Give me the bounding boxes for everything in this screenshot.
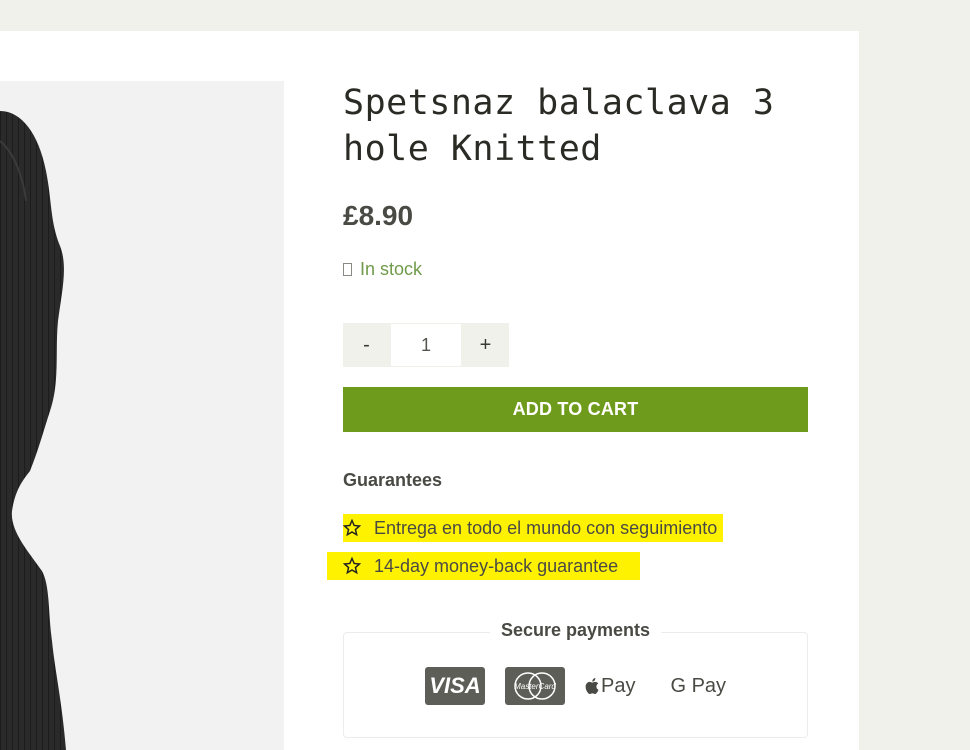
balaclava-image bbox=[0, 111, 66, 750]
guarantees-heading: Guarantees bbox=[343, 470, 443, 490]
quantity-stepper: - + bbox=[343, 323, 509, 367]
stock-status-label: In stock bbox=[360, 259, 423, 279]
star-icon bbox=[343, 519, 361, 537]
quantity-increase-button[interactable]: + bbox=[462, 323, 509, 367]
guarantee-item: 14-day money-back guarantee bbox=[327, 552, 641, 580]
apple-pay-label: Pay bbox=[601, 674, 636, 697]
guarantee-item: Entrega en todo el mundo con seguimiento bbox=[343, 514, 724, 542]
stock-status: In stock bbox=[343, 259, 422, 280]
secure-payments-title: Secure payments bbox=[490, 620, 661, 641]
stock-check-icon bbox=[343, 263, 352, 276]
product-title: Spetsnaz balaclava 3 hole Knitted bbox=[343, 83, 775, 169]
apple-pay-icon: Pay bbox=[585, 675, 635, 698]
payment-methods: VISA MasterCard Pay G Pay bbox=[425, 667, 726, 705]
add-to-cart-button[interactable]: ADD TO CART bbox=[343, 387, 808, 432]
product-image[interactable] bbox=[0, 81, 284, 750]
quantity-decrease-button[interactable]: - bbox=[343, 323, 390, 367]
google-pay-icon: G Pay bbox=[670, 674, 727, 697]
quantity-input[interactable] bbox=[390, 323, 462, 367]
visa-icon: VISA bbox=[425, 667, 485, 705]
mastercard-label: MasterCard bbox=[514, 682, 556, 691]
product-price: £8.90 bbox=[343, 200, 414, 231]
guarantee-item-label: 14-day money-back guarantee bbox=[374, 555, 619, 576]
guarantee-item-label: Entrega en todo el mundo con seguimiento bbox=[374, 517, 718, 538]
star-icon bbox=[343, 557, 361, 575]
mastercard-icon: MasterCard bbox=[505, 667, 565, 705]
